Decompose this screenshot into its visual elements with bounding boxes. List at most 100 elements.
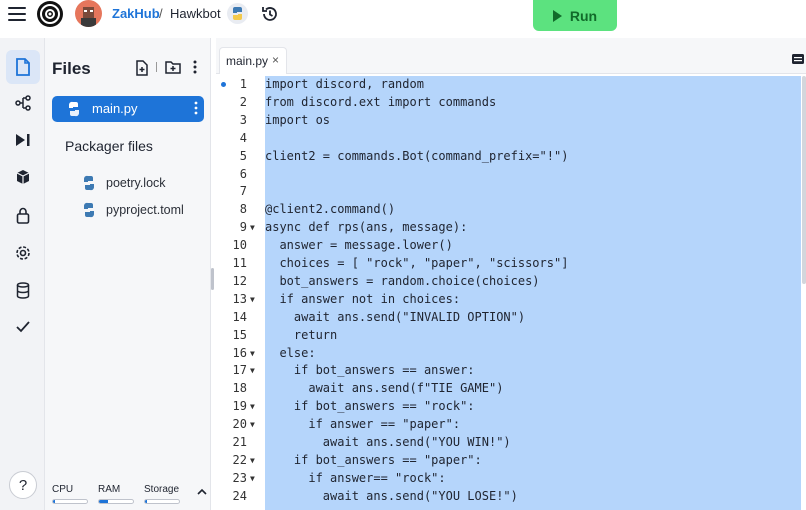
- fold-toggle-icon[interactable]: ▼: [250, 362, 255, 380]
- python-file-icon: [83, 175, 95, 191]
- code-line[interactable]: 15 return: [216, 327, 806, 345]
- menu-icon[interactable]: [8, 7, 26, 21]
- ram-label: RAM: [98, 484, 121, 495]
- code-line[interactable]: 13 ▼ if answer not in choices:: [216, 291, 806, 309]
- breadcrumb-repl-name[interactable]: Hawkbot: [170, 6, 221, 21]
- more-options-icon[interactable]: [192, 59, 198, 75]
- user-avatar[interactable]: [75, 0, 102, 27]
- top-bar: ZakHub / Hawkbot Run: [0, 0, 806, 38]
- code-line[interactable]: 24 await ans.send("YOU LOSE!"): [216, 488, 806, 506]
- rail-database[interactable]: [6, 273, 40, 307]
- fold-toggle-icon[interactable]: ▼: [250, 416, 255, 434]
- storage-label: Storage: [144, 484, 180, 495]
- line-number: 17: [232, 363, 247, 378]
- close-icon[interactable]: ×: [272, 53, 279, 67]
- storage-meter-fill: [145, 500, 147, 503]
- code-line[interactable]: 22 ▼ if bot_answers == "paper":: [216, 452, 806, 470]
- line-number: 13: [232, 291, 247, 306]
- code-line[interactable]: 18 await ans.send(f"TIE GAME"): [216, 380, 806, 398]
- file-menu-icon[interactable]: [194, 100, 198, 116]
- line-number: 9: [239, 220, 247, 235]
- code-line[interactable]: 6: [216, 166, 806, 184]
- line-number: 23: [232, 470, 247, 485]
- code-line[interactable]: 5 client2 = commands.Bot(command_prefix="…: [216, 148, 806, 166]
- code-text: await ans.send("YOU LOSE!"): [265, 488, 518, 503]
- line-number: 1: [239, 77, 247, 91]
- resource-metrics[interactable]: CPU RAM Storage: [51, 478, 211, 510]
- chevron-up-icon[interactable]: [197, 487, 207, 497]
- line-number: 11: [232, 256, 247, 270]
- python-file-icon: [83, 202, 95, 218]
- help-button[interactable]: ?: [9, 471, 37, 499]
- run-button[interactable]: Run: [533, 0, 617, 31]
- new-file-icon[interactable]: [135, 60, 149, 76]
- code-line[interactable]: 23 ▼ if answer== "rock":: [216, 470, 806, 488]
- line-number: 7: [239, 184, 247, 199]
- history-icon[interactable]: [260, 4, 280, 24]
- rail-secrets[interactable]: [6, 198, 40, 232]
- code-text: if bot_answers == "rock":: [265, 399, 475, 414]
- code-line[interactable]: 21 await ans.send("YOU WIN!"): [216, 434, 806, 452]
- code-editor[interactable]: 1 import discord, random 2 from discord.ext…: [216, 76, 806, 510]
- ram-meter-fill: [99, 500, 108, 503]
- code-line[interactable]: 8 @client2.command(): [216, 201, 806, 219]
- fold-toggle-icon[interactable]: ▼: [250, 345, 255, 363]
- code-text: import discord, random: [265, 77, 424, 91]
- line-number: 12: [232, 273, 247, 288]
- code-line[interactable]: 10 answer = message.lower(): [216, 237, 806, 255]
- code-line[interactable]: 4: [216, 130, 806, 148]
- line-number: 2: [239, 94, 247, 109]
- code-line[interactable]: 20 ▼ if answer == "paper":: [216, 416, 806, 434]
- line-number: 3: [239, 112, 247, 127]
- new-folder-icon[interactable]: [165, 60, 181, 74]
- fold-toggle-icon[interactable]: ▼: [250, 452, 255, 470]
- rail-debugger[interactable]: [6, 123, 40, 157]
- code-line[interactable]: 16 ▼ else:: [216, 345, 806, 363]
- rail-unit-tests[interactable]: [6, 310, 40, 344]
- code-line[interactable]: 17 ▼ if bot_answers == answer:: [216, 362, 806, 380]
- play-icon: [552, 9, 562, 22]
- code-text: if answer == "paper":: [265, 417, 461, 432]
- file-item-label: main.py: [92, 101, 138, 116]
- cpu-meter: [52, 499, 88, 504]
- line-number: 4: [239, 130, 247, 145]
- gear-icon: [16, 246, 30, 260]
- branch-icon: [15, 95, 31, 111]
- breadcrumb-owner[interactable]: ZakHub: [112, 6, 160, 21]
- replit-logo-icon[interactable]: [37, 1, 63, 27]
- fold-toggle-icon[interactable]: ▼: [250, 470, 255, 488]
- code-line[interactable]: 19 ▼ if bot_answers == "rock":: [216, 398, 806, 416]
- code-text: if answer not in choices:: [265, 291, 461, 306]
- python-language-icon[interactable]: [227, 3, 248, 24]
- code-line[interactable]: 14 await ans.send("INVALID OPTION"): [216, 309, 806, 327]
- code-line[interactable]: 9 ▼ async def rps(ans, message):: [216, 219, 806, 237]
- line-number: 19: [232, 399, 247, 414]
- code-line[interactable]: 7: [216, 183, 806, 201]
- rail-version-control[interactable]: [6, 86, 40, 120]
- python-file-icon: [68, 101, 80, 117]
- code-text: if answer== "rock":: [265, 470, 446, 485]
- fold-toggle-icon[interactable]: ▼: [250, 398, 255, 416]
- line-number: 21: [232, 435, 247, 449]
- code-text: await ans.send("YOU WIN!"): [265, 435, 511, 449]
- files-actions: [135, 58, 207, 78]
- rail-files[interactable]: [6, 50, 40, 84]
- editor-area: main.py × 1 import discord, random 2 from d…: [216, 38, 806, 510]
- fold-toggle-icon[interactable]: ▼: [250, 219, 255, 237]
- code-line[interactable]: 1 import discord, random: [216, 76, 806, 94]
- fold-toggle-icon[interactable]: ▼: [250, 291, 255, 309]
- code-line[interactable]: 2 from discord.ext import commands: [216, 94, 806, 112]
- rail-packages[interactable]: [6, 160, 40, 194]
- file-item-main-py[interactable]: main.py: [52, 96, 204, 122]
- rail-settings[interactable]: [6, 236, 40, 270]
- panel-resize-handle[interactable]: [211, 268, 214, 290]
- code-line[interactable]: 11 choices = [ "rock", "paper", "scissor…: [216, 255, 806, 273]
- tab-main-py[interactable]: main.py ×: [219, 47, 287, 74]
- files-panel: Files main.py Packager files poetry.lock…: [45, 38, 211, 510]
- code-text: answer = message.lower(): [265, 238, 453, 253]
- file-item-label: poetry.lock: [106, 176, 166, 190]
- line-number: 10: [232, 238, 247, 253]
- code-line[interactable]: 3 import os: [216, 112, 806, 130]
- code-line[interactable]: 12 bot_answers = random.choice(choices): [216, 273, 806, 291]
- pane-menu-icon[interactable]: [792, 54, 804, 64]
